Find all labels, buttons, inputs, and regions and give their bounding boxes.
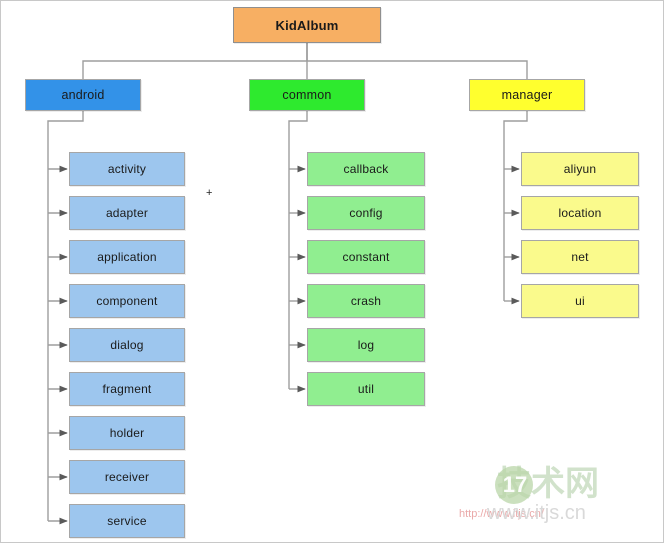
node-leaf-android-adapter[interactable]: adapter xyxy=(69,196,185,230)
site-watermark: 技术网 17 http://www.itjs.cn/ www.itjs.cn xyxy=(459,458,655,536)
node-leaf-manager-net[interactable]: net xyxy=(521,240,639,274)
node-leaf-common-constant[interactable]: constant xyxy=(307,240,425,274)
node-leaf-common-crash[interactable]: crash xyxy=(307,284,425,318)
node-leaf-android-fragment[interactable]: fragment xyxy=(69,372,185,406)
node-leaf-android-dialog[interactable]: dialog xyxy=(69,328,185,362)
node-branch-manager[interactable]: manager xyxy=(469,79,585,111)
node-leaf-common-config[interactable]: config xyxy=(307,196,425,230)
node-leaf-common-util[interactable]: util xyxy=(307,372,425,406)
node-root-kidalbum[interactable]: KidAlbum xyxy=(233,7,381,43)
node-leaf-common-callback[interactable]: callback xyxy=(307,152,425,186)
node-leaf-manager-ui[interactable]: ui xyxy=(521,284,639,318)
node-leaf-manager-aliyun[interactable]: aliyun xyxy=(521,152,639,186)
diagram-canvas: KidAlbum android common manager activity… xyxy=(0,0,664,543)
cursor-artifact: + xyxy=(206,187,213,199)
watermark-logo-text: 技术网 xyxy=(497,465,599,503)
node-leaf-android-service[interactable]: service xyxy=(69,504,185,538)
node-branch-common[interactable]: common xyxy=(249,79,365,111)
node-leaf-android-activity[interactable]: activity xyxy=(69,152,185,186)
node-leaf-android-component[interactable]: component xyxy=(69,284,185,318)
watermark-badge-number: 17 xyxy=(502,472,528,497)
node-leaf-android-application[interactable]: application xyxy=(69,240,185,274)
node-leaf-common-log[interactable]: log xyxy=(307,328,425,362)
watermark-url-red: http://www.itjs.cn/ xyxy=(459,508,544,520)
node-branch-android[interactable]: android xyxy=(25,79,141,111)
node-leaf-android-receiver[interactable]: receiver xyxy=(69,460,185,494)
node-leaf-manager-location[interactable]: location xyxy=(521,196,639,230)
watermark-badge-circle xyxy=(495,466,533,504)
node-leaf-android-holder[interactable]: holder xyxy=(69,416,185,450)
watermark-site: www.itjs.cn xyxy=(487,502,586,524)
